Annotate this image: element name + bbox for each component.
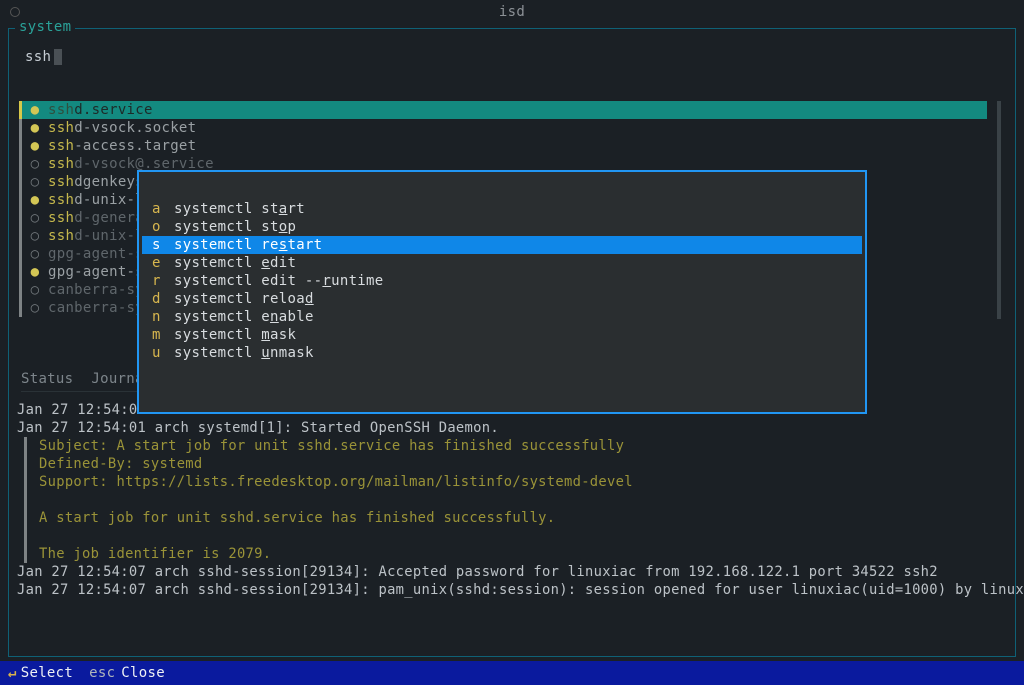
inactive-indicator-icon: ○ — [30, 246, 40, 262]
action-menu-label: systemctl unmask — [174, 345, 314, 361]
action-menu-item[interactable]: o systemctl stop — [142, 218, 862, 236]
inactive-indicator-icon: ○ — [30, 228, 40, 244]
active-indicator-icon: ● — [30, 192, 40, 208]
action-menu-key: o — [152, 219, 164, 235]
unit-list-scrollbar[interactable] — [997, 101, 1001, 319]
text-cursor — [54, 49, 62, 65]
unit-name: sshd.service — [48, 102, 153, 118]
detail-tabs: Status Journal — [21, 371, 151, 392]
search-input-value: ssh — [25, 49, 51, 65]
journal-line: Support: https://lists.freedesktop.org/m… — [24, 473, 1001, 491]
active-indicator-icon: ● — [30, 138, 40, 154]
inactive-indicator-icon: ○ — [30, 174, 40, 190]
journal-line — [24, 527, 1001, 545]
action-menu-label: systemctl edit — [174, 255, 296, 271]
footer-esc-key: esc — [89, 665, 115, 681]
inactive-indicator-icon: ○ — [30, 282, 40, 298]
window-title: isd — [499, 4, 525, 20]
window-titlebar: isd — [0, 0, 1024, 24]
action-menu-key: d — [152, 291, 164, 307]
action-menu-item[interactable]: r systemctl edit --runtime — [142, 272, 862, 290]
action-menu-label: systemctl mask — [174, 327, 296, 343]
unit-list-item[interactable]: ● ssh-access.target — [22, 137, 987, 155]
action-menu-item[interactable]: e systemctl edit — [142, 254, 862, 272]
action-menu-key: a — [152, 201, 164, 217]
action-menu-key: n — [152, 309, 164, 325]
enter-key-icon: ↵ — [8, 665, 17, 681]
tab-status[interactable]: Status — [21, 371, 73, 387]
journal-line: Jan 27 12:54:07 arch sshd-session[29134]… — [17, 581, 1001, 599]
inactive-indicator-icon: ○ — [30, 300, 40, 316]
action-menu-item[interactable]: s systemctl restart — [142, 236, 862, 254]
action-menu-key: m — [152, 327, 164, 343]
active-indicator-icon: ● — [30, 120, 40, 136]
inactive-indicator-icon: ○ — [30, 210, 40, 226]
action-menu-item[interactable]: u systemctl unmask — [142, 344, 862, 362]
footer-select-label: Select — [21, 665, 73, 681]
journal-line: Defined-By: systemd — [24, 455, 1001, 473]
unit-name: ssh-access.target — [48, 138, 196, 154]
journal-line: The job identifier is 2079. — [24, 545, 1001, 563]
footer-hint-bar: ↵ Select esc Close — [0, 661, 1024, 685]
action-menu-key: s — [152, 237, 164, 253]
journal-line: A start job for unit sshd.service has fi… — [24, 509, 1001, 527]
action-menu-label: systemctl reload — [174, 291, 314, 307]
action-menu-item[interactable]: d systemctl reload — [142, 290, 862, 308]
journal-line: Jan 27 12:54:01 arch systemd[1]: Started… — [17, 419, 1001, 437]
action-menu-label: systemctl restart — [174, 237, 322, 253]
action-menu-item[interactable]: a systemctl start — [142, 200, 862, 218]
action-menu-label: systemctl stop — [174, 219, 296, 235]
panel-scope-label: system — [15, 19, 75, 35]
action-menu-popup: a systemctl start o systemctl stop s systemct… — [137, 170, 867, 414]
action-menu-item[interactable]: n systemctl enable — [142, 308, 862, 326]
inactive-indicator-icon: ○ — [30, 156, 40, 172]
unit-list-item[interactable]: ● sshd-vsock.socket — [22, 119, 987, 137]
journal-line: Jan 27 12:54:07 arch sshd-session[29134]… — [17, 563, 1001, 581]
footer-close-label: Close — [121, 665, 165, 681]
active-indicator-icon: ● — [30, 102, 40, 118]
action-menu-label: systemctl edit --runtime — [174, 273, 384, 289]
action-menu-key: r — [152, 273, 164, 289]
action-menu-key: u — [152, 345, 164, 361]
action-menu-item[interactable]: m systemctl mask — [142, 326, 862, 344]
unit-name: sshd-vsock.socket — [48, 120, 196, 136]
search-input[interactable]: ssh — [25, 49, 62, 65]
window-control-icon[interactable] — [10, 7, 20, 17]
action-menu-key: e — [152, 255, 164, 271]
action-menu-label: systemctl enable — [174, 309, 314, 325]
unit-list-item[interactable]: ● sshd.service — [19, 101, 987, 119]
action-menu-label: systemctl start — [174, 201, 305, 217]
journal-output[interactable]: Jan 27 12:54:0Jan 27 12:54:01 arch syste… — [17, 401, 1001, 599]
journal-line: Subject: A start job for unit sshd.servi… — [24, 437, 1001, 455]
journal-line — [24, 491, 1001, 509]
active-indicator-icon: ● — [30, 264, 40, 280]
